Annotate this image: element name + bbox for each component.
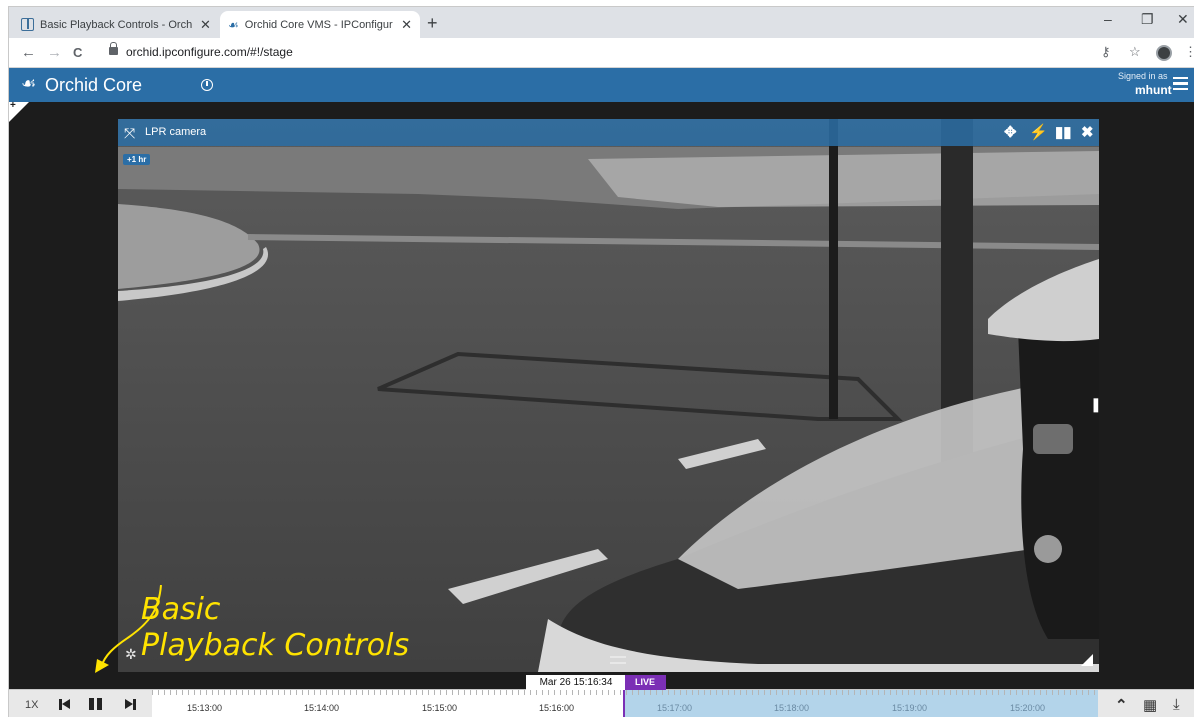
stage: + ⤧ LPR camera ✥ ⚡ ▮▮ ✖ +1 hr ✲ Basic Pl… <box>9 100 1194 689</box>
signed-in-label: Signed in as <box>1118 71 1168 81</box>
camera-video-frame[interactable] <box>118 119 1099 672</box>
timeline-tick-label: 15:15:00 <box>422 703 458 713</box>
minimize-button[interactable]: – <box>1104 11 1112 27</box>
live-badge[interactable]: LIVE <box>625 675 666 690</box>
playback-bar: 1X 15:13:00 15:14:00 15:15:00 15:16:00 1… <box>9 684 1194 717</box>
stats-icon[interactable]: ▮▮ <box>1055 123 1072 141</box>
orchid-logo-icon: ☙ <box>21 74 37 93</box>
app-header: ☙ Orchid Core Signed in as mhunt <box>9 68 1194 102</box>
timeline-tick-label: 15:16:00 <box>539 703 575 713</box>
timeline-tick-label: 15:19:00 <box>892 703 928 713</box>
timeline-tick-label: 15:18:00 <box>774 703 810 713</box>
key-icon[interactable]: ⚷ <box>1101 44 1111 60</box>
annotation-arrow <box>95 585 162 673</box>
close-tab-icon[interactable]: ✕ <box>200 17 211 33</box>
reload-button[interactable]: C <box>73 45 82 60</box>
user-name[interactable]: mhunt <box>1135 83 1172 97</box>
timeline-minor-ticks <box>152 690 1098 695</box>
plus-icon[interactable]: + <box>10 100 16 111</box>
timeline[interactable]: 15:13:00 15:14:00 15:15:00 15:16:00 15:1… <box>152 684 1098 717</box>
timeline-tick-label: 15:20:00 <box>1010 703 1046 713</box>
hamburger-menu-icon[interactable] <box>1173 77 1188 91</box>
address-bar: ← → C orchid.ipconfigure.com/#!/stage ⚷ … <box>9 38 1194 68</box>
browser-window: Basic Playback Controls - Orchid ✕ ☙ Orc… <box>8 6 1194 717</box>
tab-orchid-core-vms[interactable]: ☙ Orchid Core VMS - IPConfigure, I ✕ <box>220 11 420 38</box>
close-icon[interactable]: ✖ <box>1081 123 1094 141</box>
camera-tile-header: ⤧ LPR camera ✥ ⚡ ▮▮ ✖ <box>118 119 1099 146</box>
lock-icon[interactable] <box>109 42 118 55</box>
camera-tile[interactable]: ⤧ LPR camera ✥ ⚡ ▮▮ ✖ +1 hr ❚❚ ✲ <box>118 119 1099 672</box>
skip-forward-button[interactable] <box>125 696 139 712</box>
tab-strip: Basic Playback Controls - Orchid ✕ ☙ Orc… <box>9 7 1194 38</box>
time-offset-badge: +1 hr <box>123 154 151 165</box>
url-field[interactable]: orchid.ipconfigure.com/#!/stage <box>126 45 293 59</box>
info-icon[interactable] <box>201 79 213 91</box>
drag-handle-icon[interactable] <box>610 656 626 664</box>
back-button[interactable]: ← <box>21 44 36 61</box>
chevron-up-icon[interactable]: ⌃ <box>1115 696 1128 714</box>
tab-title: Basic Playback Controls - Orchid <box>40 18 192 31</box>
profile-avatar[interactable] <box>1156 45 1172 61</box>
ptz-icon[interactable]: ✥ <box>1004 123 1017 141</box>
calendar-icon[interactable]: ▦ <box>1143 696 1157 714</box>
resize-handle[interactable] <box>1081 654 1093 666</box>
playback-speed[interactable]: 1X <box>25 699 38 711</box>
camera-name: LPR camera <box>145 126 207 138</box>
timeline-tick-label: 15:17:00 <box>657 703 693 713</box>
bolt-icon[interactable]: ⚡ <box>1029 123 1048 141</box>
current-datetime[interactable]: Mar 26 15:16:34 <box>526 675 626 690</box>
expand-icon[interactable]: ⤧ <box>124 125 135 142</box>
timeline-tick-label: 15:14:00 <box>304 703 340 713</box>
pause-button[interactable] <box>89 696 105 712</box>
tab-title: Orchid Core VMS - IPConfigure, I <box>244 18 394 31</box>
pause-indicator-icon: ❚❚ <box>1090 396 1099 413</box>
orchid-logo-icon: ☙ <box>228 17 239 32</box>
download-icon[interactable]: ⤓ <box>1173 696 1180 713</box>
close-tab-icon[interactable]: ✕ <box>401 17 412 33</box>
new-tab-button[interactable]: + <box>427 13 438 34</box>
bookmark-star-icon[interactable]: ☆ <box>1129 44 1141 60</box>
forward-button[interactable]: → <box>47 44 62 61</box>
app-title[interactable]: Orchid Core <box>45 75 142 96</box>
timeline-tick-label: 15:13:00 <box>187 703 223 713</box>
more-menu-icon[interactable]: ⋮ <box>1184 44 1194 60</box>
skip-back-button[interactable] <box>59 696 73 712</box>
close-window-button[interactable]: ✕ <box>1177 11 1189 28</box>
restore-button[interactable]: ❐ <box>1141 11 1154 28</box>
document-icon <box>21 18 34 31</box>
tab-basic-playback-controls[interactable]: Basic Playback Controls - Orchid ✕ <box>13 11 220 38</box>
